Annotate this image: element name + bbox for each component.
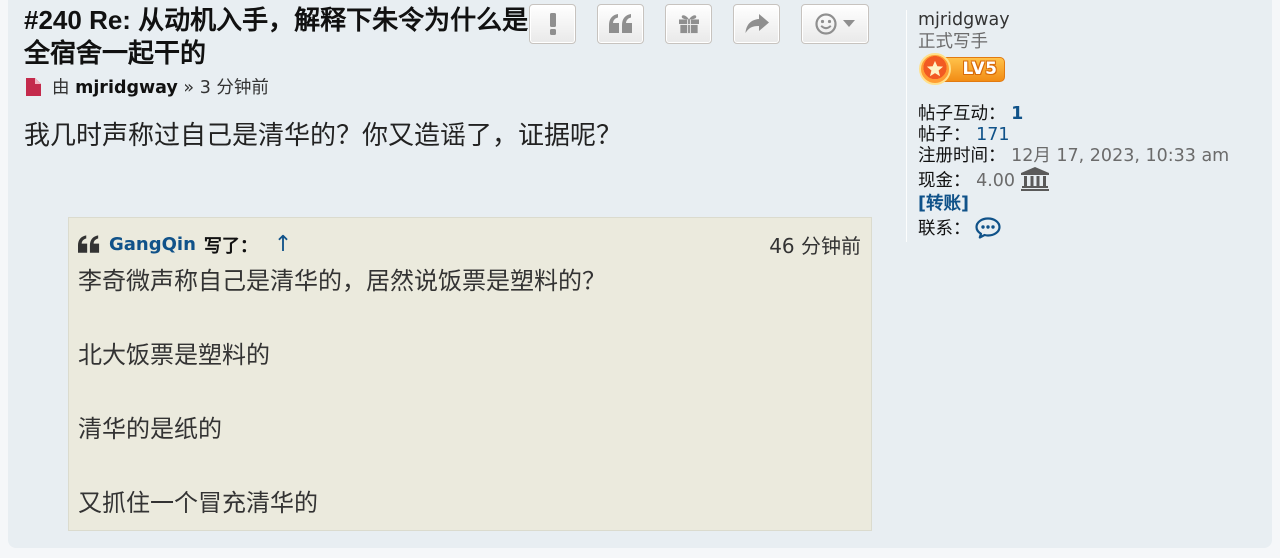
rank-badge-label: LV5 [962, 59, 998, 79]
stat-label: 帖子互动： [918, 104, 1006, 124]
rank-badge: LV5 [918, 53, 1006, 85]
profile-rank-title: 正式写手 [918, 32, 988, 52]
post-content: 我几时声称过自己是清华的？你又造谣了，证据呢？ [24, 121, 623, 151]
stat-cash: 现金： 4.00 [918, 167, 1258, 194]
byline-prefix: 由 [52, 78, 70, 98]
byline-author[interactable]: mjridgway [75, 78, 178, 98]
quote-paragraph: 北大饭票是塑料的 [78, 341, 270, 369]
share-button[interactable] [733, 4, 780, 44]
stat-reactions: 帖子互动： 1 [918, 104, 1258, 125]
stat-value-cash: 4.00 [976, 171, 1016, 191]
contact-label: 联系： [918, 219, 971, 239]
quote-icon [608, 14, 632, 33]
post-profile: mjridgway 正式写手 LV5 帖子互动： 1 帖子： 171 注册时间： [918, 9, 1258, 243]
report-button[interactable] [529, 4, 576, 44]
quote-paragraph: 又抓住一个冒充清华的 [78, 489, 318, 517]
post-title: #240 Re: 从动机入手，解释下朱令为什么是全宿舍一起干的 [24, 4, 536, 70]
transfer-link[interactable]: [转账] [918, 194, 969, 214]
byline-separator: » [183, 78, 195, 98]
reaction-button[interactable] [801, 4, 869, 44]
stat-label: 现金： [918, 171, 971, 191]
stat-value-posts[interactable]: 171 [976, 125, 1009, 145]
bank-icon [1020, 167, 1049, 191]
post-title-link[interactable]: #240 Re: 从动机入手，解释下朱令为什么是全宿舍一起干的 [24, 5, 528, 68]
file-icon [26, 78, 41, 96]
stat-value-joined: 12月 17, 2023, 10:33 am [1011, 146, 1230, 166]
stat-label: 帖子： [918, 125, 971, 145]
quote-time: 46 分钟前 [769, 234, 861, 258]
quote-jump-link[interactable]: ↑ [274, 232, 292, 257]
post-byline: 由 mjridgway » 3 分钟前 [24, 76, 269, 100]
star-icon [919, 53, 951, 85]
quote-paragraph: 清华的是纸的 [78, 415, 222, 443]
quote-wrote-label: 写了： [203, 235, 258, 257]
stat-transfer: [转账] [918, 194, 1258, 215]
profile-username[interactable]: mjridgway [918, 9, 1258, 31]
post: #240 Re: 从动机入手，解释下朱令为什么是全宿舍一起干的 由 mjridg… [8, 0, 1272, 548]
gift-icon [678, 15, 699, 34]
gift-button[interactable] [665, 4, 712, 44]
quote-paragraph: 李奇微声称自己是清华的，居然说饭票是塑料的？ [78, 267, 606, 295]
stat-value-reactions[interactable]: 1 [1011, 104, 1023, 124]
quote-block: GangQin 写了： ↑ 46 分钟前 李奇微声称自己是清华的，居然说饭票是塑… [68, 217, 872, 531]
smiley-icon [815, 13, 837, 35]
quote-icon [78, 235, 100, 253]
share-icon [745, 14, 769, 33]
exclamation-icon [549, 13, 556, 35]
profile-stats: 帖子互动： 1 帖子： 171 注册时间： 12月 17, 2023, 10:3… [918, 104, 1258, 243]
quote-header: GangQin 写了： ↑ 46 分钟前 [78, 226, 861, 263]
byline-time: 3 分钟前 [199, 78, 269, 98]
chat-icon[interactable] [974, 217, 1001, 239]
stat-posts: 帖子： 171 [918, 125, 1258, 146]
stat-joined: 注册时间： 12月 17, 2023, 10:33 am [918, 146, 1258, 167]
stat-label: 注册时间： [918, 146, 1006, 166]
quote-button[interactable] [597, 4, 644, 44]
post-buttons [529, 4, 869, 44]
chevron-down-icon [843, 20, 855, 27]
quote-author[interactable]: GangQin [109, 234, 196, 255]
profile-divider [906, 10, 907, 242]
stat-contact: 联系： [918, 215, 1258, 243]
post-link[interactable] [26, 78, 41, 96]
